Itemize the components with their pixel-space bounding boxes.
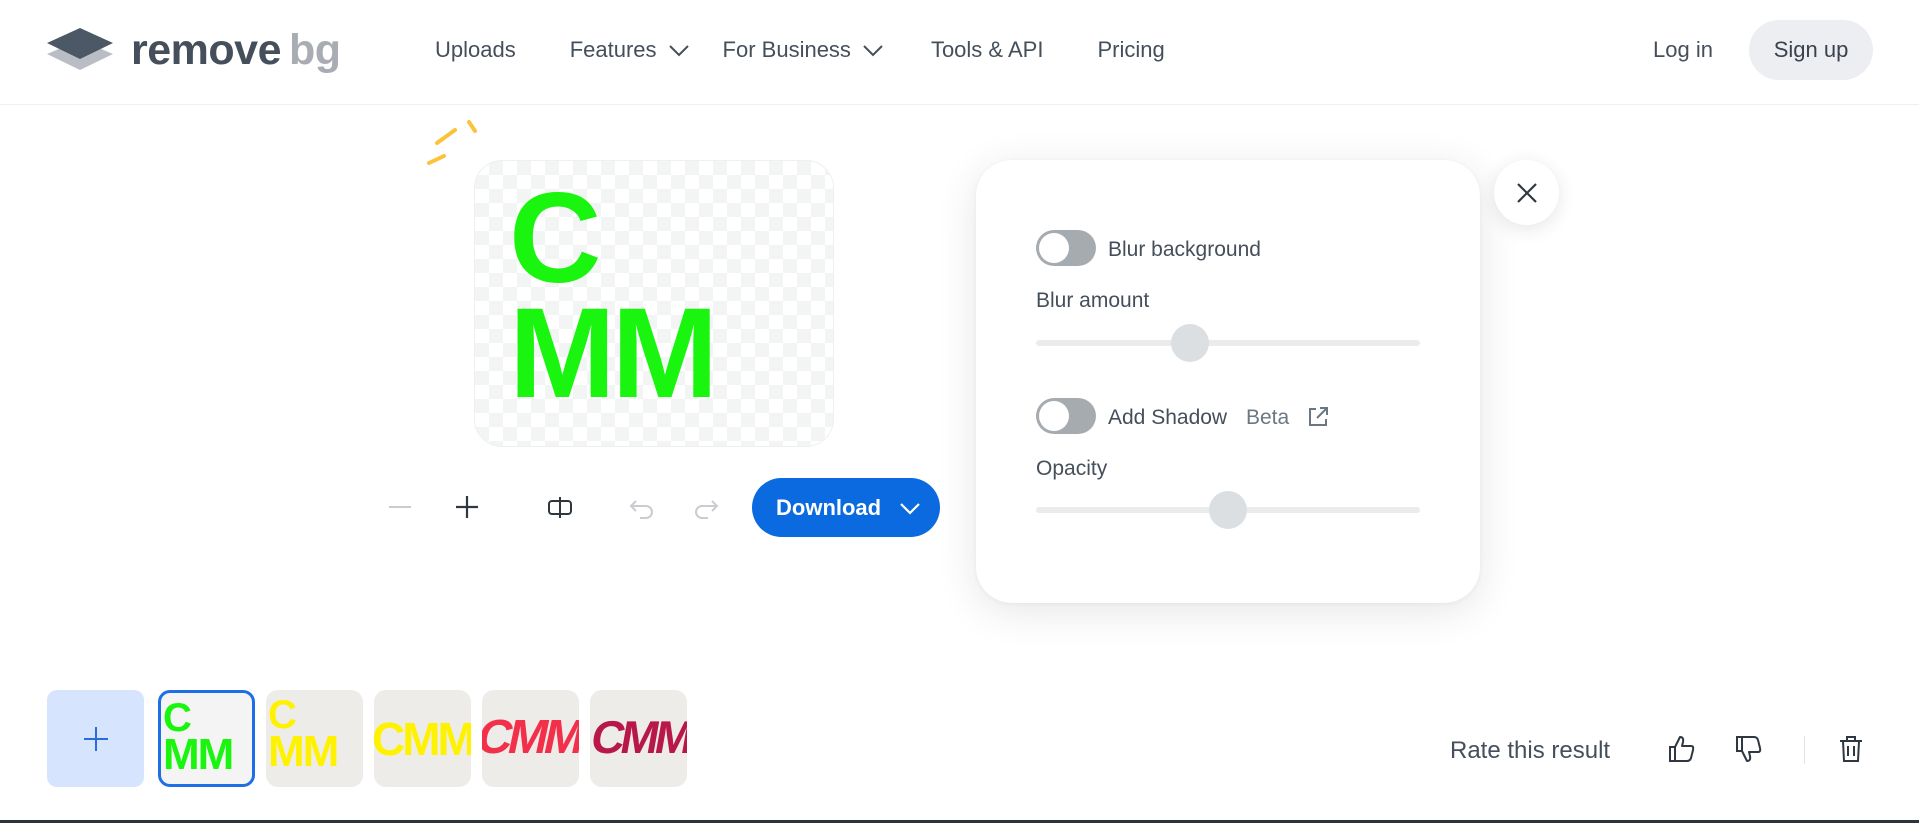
thumbnail-art: CMM bbox=[482, 711, 579, 764]
external-link-icon[interactable] bbox=[1306, 405, 1330, 429]
nav-uploads[interactable]: Uploads bbox=[435, 34, 516, 66]
blur-background-toggle[interactable] bbox=[1036, 230, 1096, 266]
thumbnail-1[interactable]: C MM bbox=[158, 690, 255, 787]
add-image-button[interactable] bbox=[47, 690, 144, 787]
add-shadow-label: Add Shadow bbox=[1108, 406, 1228, 429]
thumbnail-text-line2: MM bbox=[163, 730, 234, 779]
compare-icon bbox=[548, 497, 572, 518]
logo-text-remove: remove bbox=[131, 26, 281, 74]
opacity-label: Opacity bbox=[1036, 457, 1108, 480]
blur-amount-slider-track[interactable] bbox=[1036, 340, 1420, 346]
compare-button[interactable] bbox=[540, 487, 580, 527]
thumbnail-art: C MM bbox=[163, 698, 234, 779]
blur-amount-slider-handle[interactable] bbox=[1170, 324, 1209, 362]
nav-tools-api[interactable]: Tools & API bbox=[931, 34, 1044, 66]
preview-text-line1: C bbox=[509, 167, 601, 310]
blur-background-label: Blur background bbox=[1108, 238, 1261, 261]
thumbnail-3[interactable]: CMM bbox=[374, 690, 471, 787]
logo-layers-icon bbox=[47, 28, 113, 70]
chevron-down-icon bbox=[900, 503, 920, 515]
thumbnail-art: CMM bbox=[590, 711, 687, 763]
redo-button[interactable] bbox=[686, 487, 726, 527]
zoom-out-button[interactable] bbox=[380, 487, 420, 527]
effects-panel: Blur background Blur amount Add Shadow B… bbox=[976, 160, 1480, 603]
top-header: remove bg Uploads Features For Business T… bbox=[0, 0, 1919, 105]
thumbnail-5[interactable]: CMM bbox=[590, 690, 687, 787]
preview-text-line2: MM bbox=[509, 282, 718, 425]
nav-features[interactable]: Features bbox=[570, 34, 691, 66]
removebg-logo[interactable]: remove bg bbox=[47, 26, 341, 74]
close-button[interactable] bbox=[1494, 160, 1559, 225]
chevron-down-icon bbox=[668, 45, 689, 57]
plus-icon bbox=[83, 726, 108, 751]
nav-for-business-label: For Business bbox=[722, 37, 851, 62]
logo-wordmark: remove bg bbox=[131, 28, 341, 72]
opacity-slider-handle[interactable] bbox=[1209, 491, 1247, 529]
redo-icon bbox=[695, 500, 719, 519]
preview-image: C MM bbox=[509, 167, 718, 425]
nav-features-label: Features bbox=[569, 37, 657, 62]
signup-button[interactable]: Sign up bbox=[1749, 20, 1873, 80]
nav-for-business[interactable]: For Business bbox=[723, 34, 885, 66]
thumbnail-4[interactable]: CMM bbox=[482, 690, 579, 787]
thumbnail-text-line2: MM bbox=[268, 727, 339, 776]
login-link[interactable]: Log in bbox=[1653, 34, 1713, 66]
nav-uploads-label: Uploads bbox=[435, 37, 516, 62]
trash-icon[interactable] bbox=[1835, 733, 1867, 765]
add-shadow-toggle[interactable] bbox=[1036, 398, 1096, 434]
chevron-down-icon bbox=[863, 45, 883, 57]
logo-text-bg: bg bbox=[288, 26, 341, 74]
nav-pricing[interactable]: Pricing bbox=[1097, 34, 1164, 66]
download-label: Download bbox=[776, 494, 882, 520]
nav-pricing-label: Pricing bbox=[1097, 37, 1165, 62]
beta-badge: Beta bbox=[1246, 406, 1290, 429]
thumbs-up-icon[interactable] bbox=[1666, 733, 1698, 765]
divider bbox=[1804, 736, 1805, 764]
undo-icon bbox=[629, 500, 653, 519]
thumbnail-art: CMM bbox=[374, 713, 471, 765]
result-preview[interactable]: C MM bbox=[474, 160, 834, 447]
minus-icon bbox=[389, 506, 411, 508]
download-button[interactable]: Download bbox=[752, 478, 940, 537]
close-icon bbox=[1516, 182, 1537, 203]
undo-button[interactable] bbox=[622, 487, 662, 527]
sparkle-icon bbox=[427, 120, 477, 165]
thumbs-down-icon[interactable] bbox=[1733, 733, 1765, 765]
zoom-in-button[interactable] bbox=[447, 487, 487, 527]
main-nav: Uploads Features For Business Tools & AP… bbox=[435, 34, 1165, 66]
blur-amount-label: Blur amount bbox=[1036, 289, 1150, 312]
nav-tools-api-label: Tools & API bbox=[930, 37, 1044, 62]
rate-result-label: Rate this result bbox=[1450, 737, 1611, 764]
thumbnail-2[interactable]: C MM bbox=[266, 690, 363, 787]
plus-icon bbox=[456, 496, 478, 518]
thumbnail-art: C MM bbox=[268, 695, 339, 776]
